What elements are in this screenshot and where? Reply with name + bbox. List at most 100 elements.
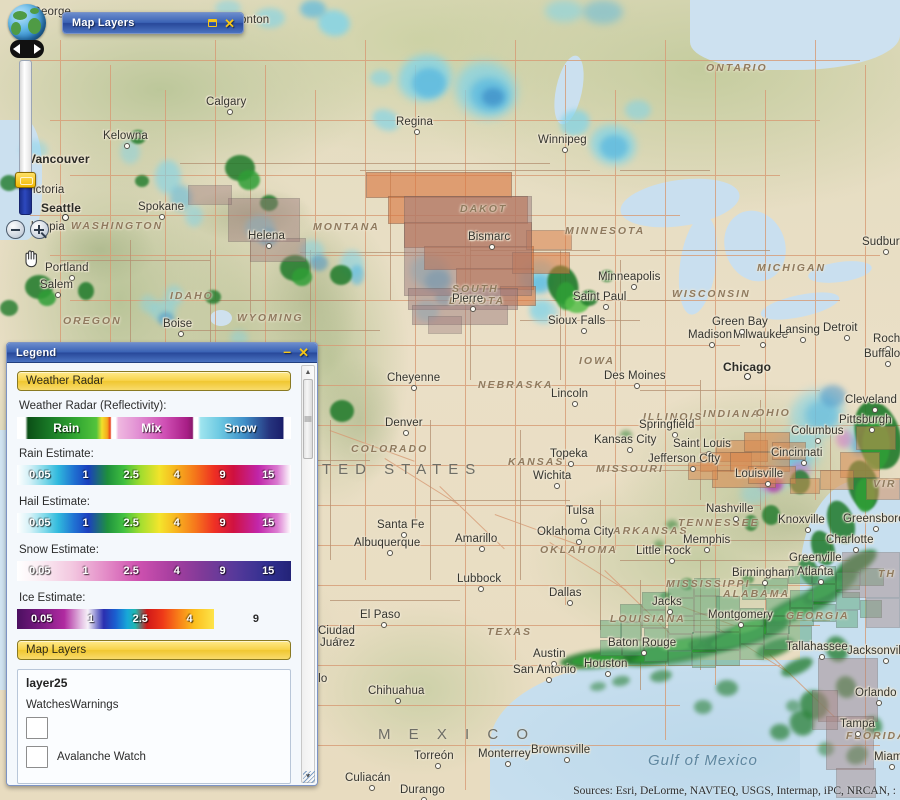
city-label: Saint Louis [673, 438, 731, 450]
map-layers-window-title: Map Layers [72, 17, 208, 29]
close-window-icon[interactable]: ✕ [298, 346, 309, 359]
city-marker [819, 565, 825, 571]
city-marker [873, 526, 879, 532]
hail-estimate-ramp-wrap: 0.0512.54915 [17, 513, 291, 533]
city-label: Jefferson Cfty [648, 453, 720, 465]
zoom-out-button[interactable] [6, 220, 25, 239]
pan-hand-icon[interactable] [22, 248, 40, 268]
city-marker [564, 757, 570, 763]
city-marker [435, 763, 441, 769]
city-marker [505, 761, 511, 767]
pan-arrows-control[interactable] [10, 40, 44, 58]
city-label: Torreón [414, 750, 454, 762]
ice-estimate-ramp-tick: 1 [66, 613, 115, 625]
city-marker [227, 109, 233, 115]
map-attribution: Sources: Esri, DeLorme, NAVTEQ, USGS, In… [573, 785, 896, 797]
city-label: Jacksonville [847, 645, 900, 657]
scroll-up-arrow-icon[interactable]: ▲ [302, 366, 314, 378]
city-label: Columbus [791, 425, 844, 437]
layer-checkbox[interactable] [26, 717, 48, 739]
city-label: Atlanta [797, 566, 834, 578]
city-label: Tampa [840, 718, 875, 730]
city-marker [733, 516, 739, 522]
city-marker [266, 243, 272, 249]
city-marker [387, 550, 393, 556]
city-label: Santa Fe [377, 519, 424, 531]
city-marker [62, 214, 69, 221]
city-marker [885, 346, 891, 352]
city-marker [855, 731, 861, 737]
city-label: Nashville [706, 503, 754, 515]
city-marker [470, 306, 476, 312]
city-marker [411, 385, 417, 391]
city-marker [562, 147, 568, 153]
map-layers-group-header[interactable]: Map Layers [17, 640, 291, 660]
city-marker [738, 622, 744, 628]
zoom-slider-handle[interactable] [15, 172, 36, 188]
rain-estimate-ramp-wrap: 0.0512.54915 [17, 465, 291, 485]
city-label: Chihuahua [368, 685, 425, 697]
reflectivity-segment-snow: Snow [198, 417, 283, 439]
city-label: Durango [400, 784, 445, 796]
close-window-icon[interactable]: ✕ [224, 17, 235, 30]
state-label: TH [878, 568, 896, 580]
country-label: TED STATES [322, 461, 482, 478]
rain-estimate-ramp-tick: 1 [63, 469, 109, 481]
legend-scrollbar-thumb[interactable] [303, 379, 313, 459]
layer-list-item[interactable] [26, 717, 282, 739]
state-label: MINNESOTA [565, 225, 645, 237]
city-label: Ciudad [318, 625, 355, 637]
city-marker [872, 407, 878, 413]
legend-window[interactable]: Legend – ✕ Weather Radar Weather Radar (… [6, 342, 318, 786]
city-label: Cincinnati [771, 447, 823, 459]
zoom-in-button[interactable] [30, 220, 49, 239]
city-marker [709, 342, 715, 348]
legend-resize-handle[interactable] [303, 771, 315, 783]
state-label: NEBRASKA [478, 379, 554, 391]
city-label: Regina [396, 116, 433, 128]
state-label: OREGON [63, 315, 122, 327]
snow-estimate-ramp-tick: 4 [154, 565, 200, 577]
city-label: Amarillo [455, 533, 497, 545]
city-label: Madison [688, 329, 732, 341]
reflectivity-ramp: RainMixSnow [17, 417, 291, 439]
legend-window-titlebar[interactable]: Legend – ✕ [7, 343, 317, 363]
layer-list-item[interactable]: Avalanche Watch [26, 746, 282, 768]
map-layers-window-titlebar[interactable]: Map Layers ✕ [63, 13, 243, 33]
city-label: Pierre [452, 293, 483, 305]
minimize-window-icon[interactable]: – [283, 344, 291, 358]
city-marker [124, 143, 130, 149]
hail-estimate-ramp-tick: 1 [63, 517, 109, 529]
layer-checkbox[interactable] [26, 746, 48, 768]
globe-icon[interactable] [8, 4, 46, 42]
city-label: Tallahassee [786, 641, 848, 653]
city-label: Wichita [533, 470, 571, 482]
city-label: Juárez [320, 637, 355, 649]
state-label: ALABAMA [723, 588, 790, 600]
legend-scrollbar[interactable]: ▲ ▼ [301, 365, 315, 783]
city-label: Denver [385, 417, 423, 429]
city-marker [765, 481, 771, 487]
city-label: Birmingham [732, 567, 794, 579]
city-label: Memphis [683, 534, 730, 546]
city-marker [706, 451, 712, 457]
restore-window-icon[interactable] [208, 19, 217, 27]
city-label: Louisville [735, 468, 783, 480]
pan-left-arrow-icon[interactable] [13, 44, 20, 54]
legend-group-header[interactable]: Weather Radar [17, 371, 291, 391]
state-label: ONTARIO [706, 62, 768, 74]
state-label: WISCONSIN [672, 288, 751, 300]
state-label: KANSAS [508, 456, 564, 468]
map-layers-window[interactable]: Map Layers ✕ [62, 12, 244, 34]
city-label: Springfield [639, 419, 694, 431]
city-marker [762, 580, 768, 586]
city-marker [489, 244, 495, 250]
city-marker [805, 527, 811, 533]
city-marker [554, 483, 560, 489]
city-label: San Antonio [513, 664, 576, 676]
pan-right-arrow-icon[interactable] [34, 44, 41, 54]
city-label: Topeka [550, 448, 588, 460]
city-marker [581, 328, 587, 334]
city-label: Vancouver [28, 152, 90, 166]
city-label: Cheyenne [387, 372, 440, 384]
